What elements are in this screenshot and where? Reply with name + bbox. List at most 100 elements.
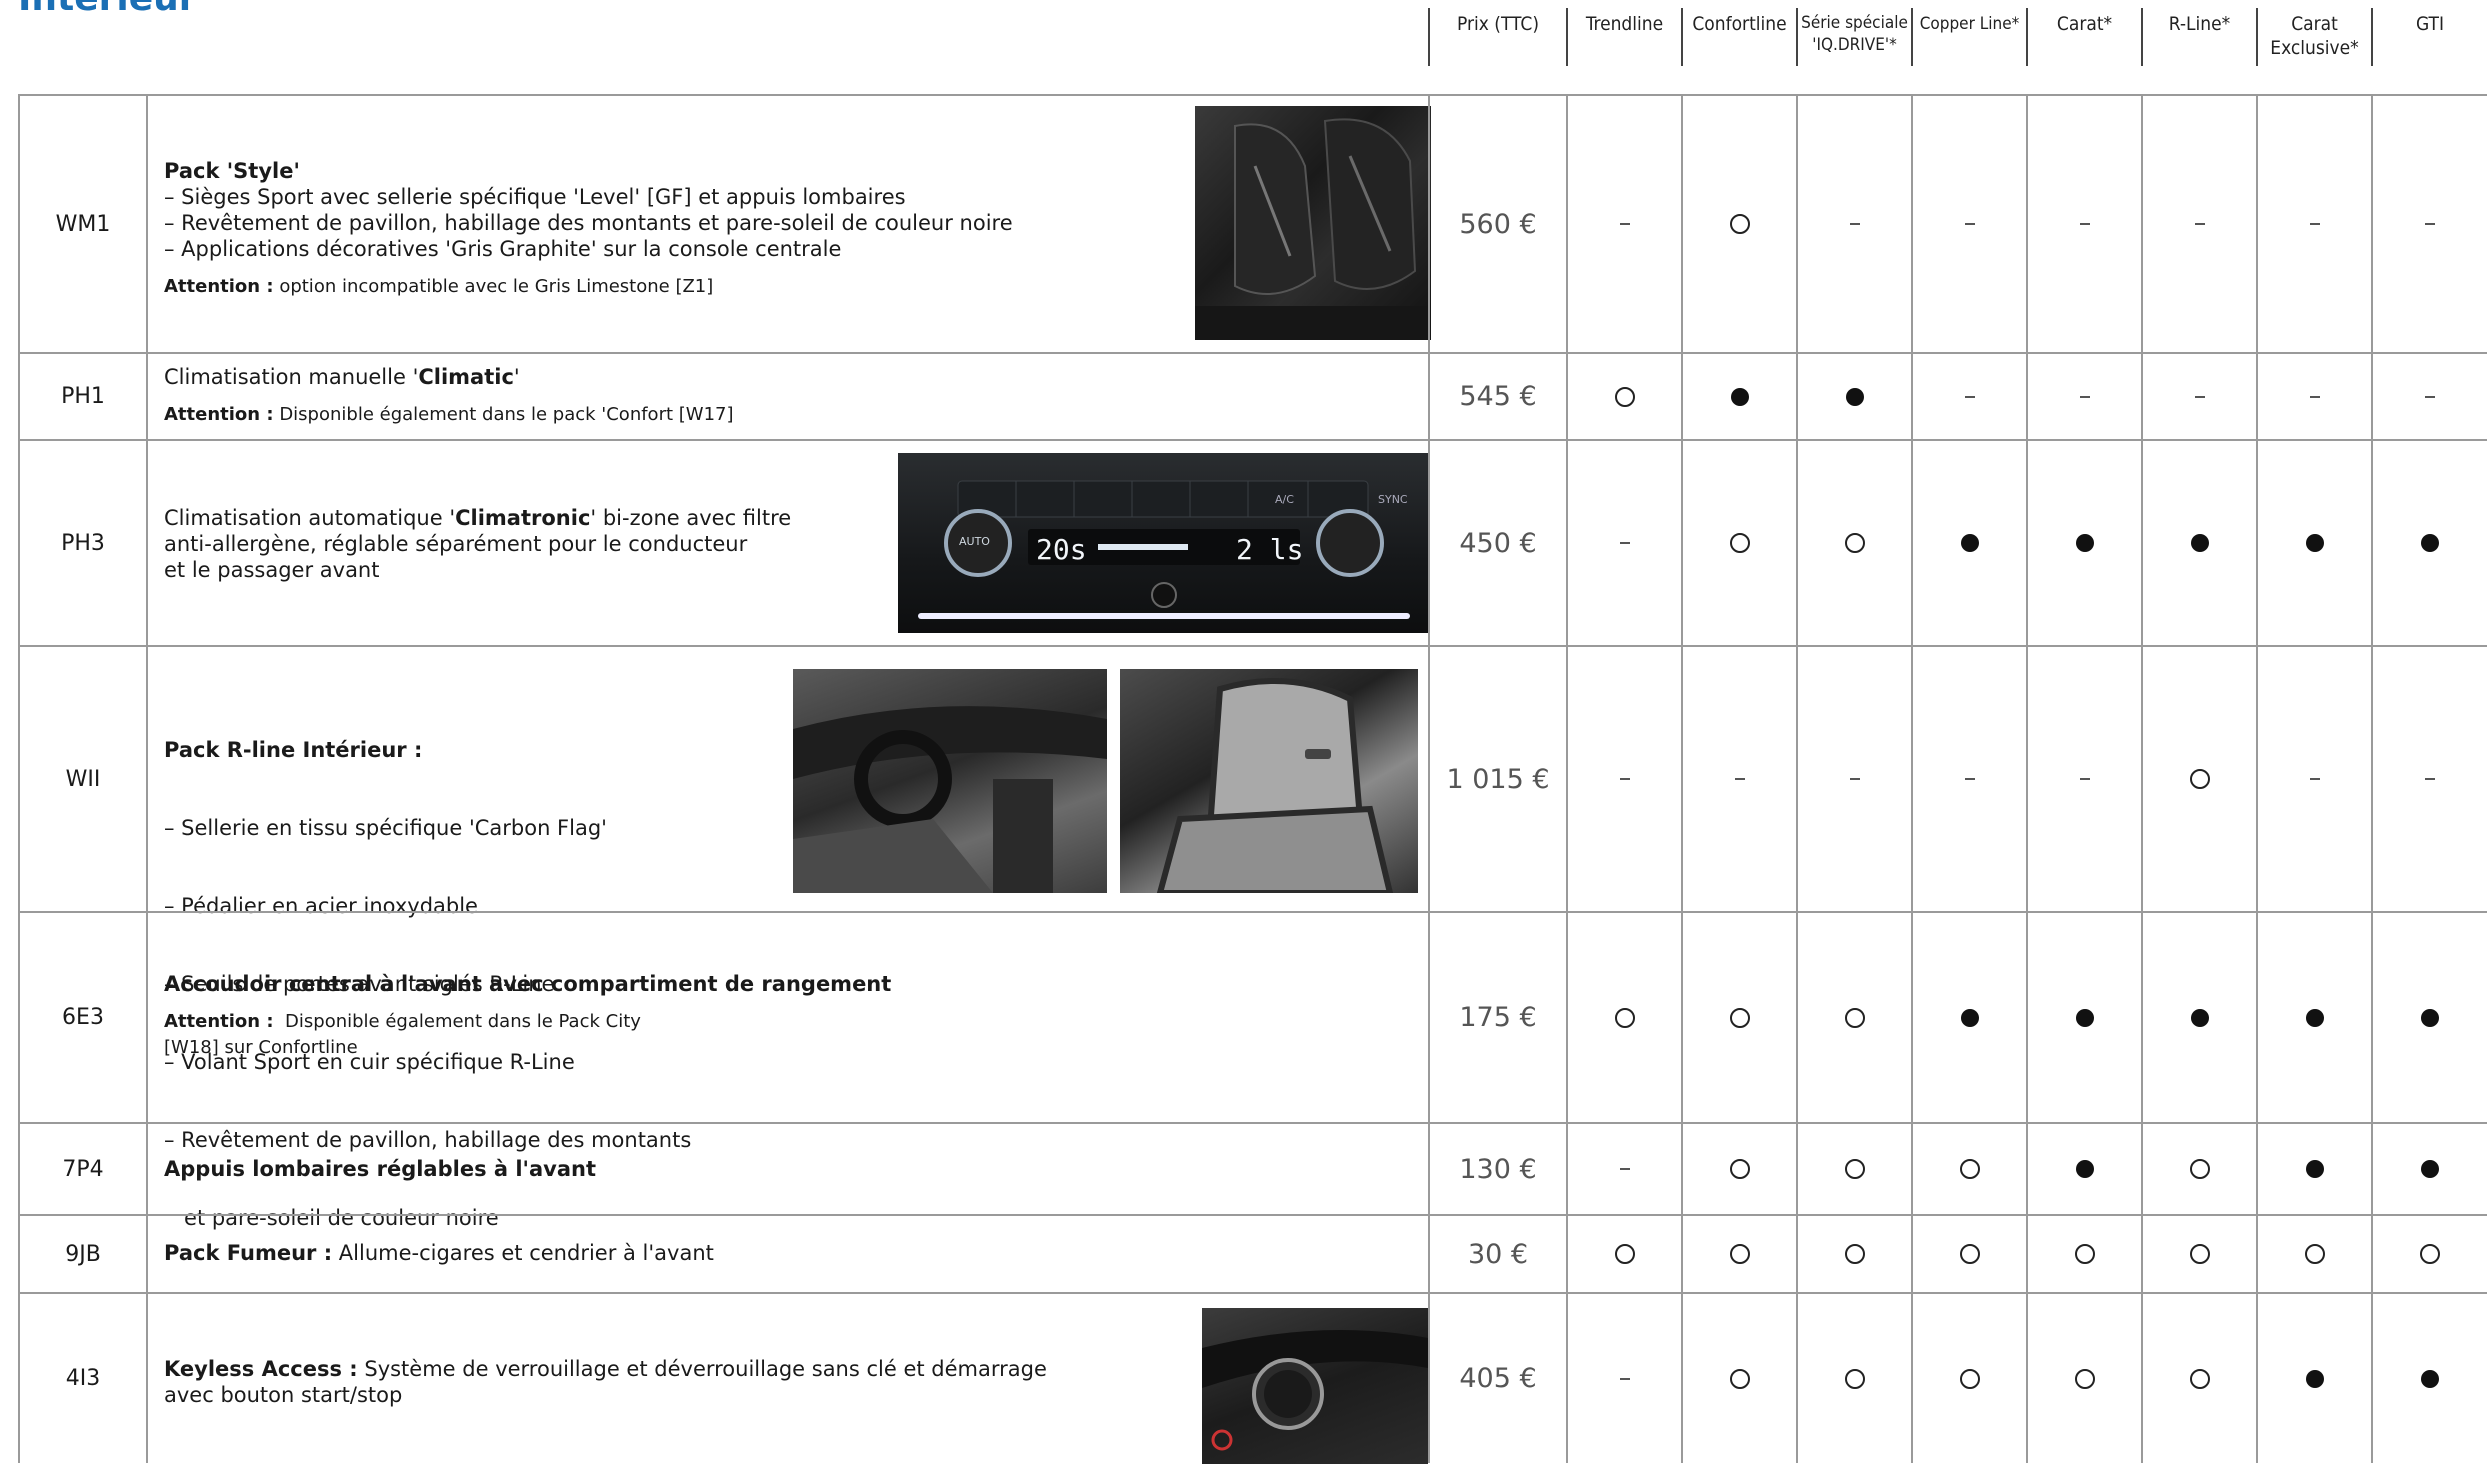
unavailable-dash-icon [2309,223,2320,225]
availability-carat-exclusive [2256,1294,2371,1463]
availability-carat [2026,441,2141,645]
standard-dot-icon [2305,534,2324,552]
standard-dot-icon [2421,1369,2439,1388]
standard-dot-icon [1730,387,1749,406]
table-row: 4I3 Keyless Access : Système de verrouil… [18,1292,2487,1464]
col-header-iq-drive: Série spéciale 'IQ.DRIVE'* [1796,8,1911,66]
availability-gti [2371,1216,2487,1292]
availability-copper-line [1911,441,2026,645]
option-title: Pack Fumeur : Allume-cigares et cendrier… [164,1241,714,1265]
option-price: 175 € [1428,913,1566,1122]
option-price: 545 € [1428,354,1566,439]
availability-copper-line [1911,1294,2026,1463]
availability-carat-exclusive [2256,1124,2371,1214]
unavailable-dash-icon [2194,395,2205,398]
unavailable-dash-icon [1964,395,1975,398]
option-price: 450 € [1428,441,1566,645]
standard-dot-icon [2190,534,2209,552]
availability-gti [2371,441,2487,645]
option-code: 6E3 [18,913,148,1122]
col-header-trendline: Trendline [1566,8,1681,66]
availability-carat-exclusive [2256,647,2371,911]
unavailable-dash-icon [2079,778,2090,780]
availability-confortline [1681,1216,1796,1292]
optional-circle-icon [1729,1244,1750,1264]
option-description: Keyless Access : Système de verrouillage… [148,1294,1428,1464]
option-line: anti-allergène, réglable séparément pour… [164,532,748,556]
availability-carat-exclusive [2256,1216,2371,1292]
availability-trendline [1566,1216,1681,1292]
table-row: 9JB Pack Fumeur : Allume-cigares et cend… [18,1214,2487,1292]
availability-gti [2371,1294,2487,1463]
optional-circle-icon [2189,1368,2210,1389]
clim-left-temp: 20s [1036,533,1087,566]
availability-trendline [1566,1294,1681,1463]
optional-circle-icon [2304,1244,2325,1264]
unavailable-dash-icon [2079,223,2090,225]
optional-circle-icon [1614,1007,1635,1028]
climatronic-panel-photo: AUTO 20s 2 ls A/C SYNC [898,453,1430,633]
availability-carat-exclusive [2256,354,2371,439]
availability-carat [2026,913,2141,1122]
option-description: Appuis lombaires réglables à l'avant [148,1124,1428,1214]
r-line-seat-photo [1120,669,1418,893]
optional-circle-icon [1729,533,1750,553]
availability-iq-drive [1796,1294,1911,1463]
optional-circle-icon [2189,1244,2210,1264]
availability-confortline [1681,1294,1796,1463]
unavailable-dash-icon [2425,395,2435,398]
availability-carat [2026,1124,2141,1214]
availability-r-line [2141,1124,2256,1214]
table-row: WM1 Pack 'Style' – Sièges Sport avec sel… [18,94,2487,352]
availability-confortline [1681,1124,1796,1214]
option-title: Appuis lombaires réglables à l'avant [164,1157,597,1181]
optional-circle-icon [1729,1007,1750,1028]
availability-copper-line [1911,1124,2026,1214]
availability-confortline [1681,354,1796,439]
start-stop-button-photo [1202,1308,1428,1464]
availability-iq-drive [1796,96,1911,352]
col-header-carat: Carat* [2026,8,2141,66]
standard-dot-icon [2075,1008,2094,1027]
option-line: avec bouton start/stop [164,1383,403,1407]
unavailable-dash-icon [1619,778,1630,780]
option-code: 7P4 [18,1124,148,1214]
option-code: 9JB [18,1216,148,1292]
optional-circle-icon [1729,214,1750,234]
optional-circle-icon [1959,1368,1980,1389]
option-line: – Sièges Sport avec sellerie spécifique … [164,185,906,209]
col-header-r-line: R-Line* [2141,8,2256,66]
attention-note: Attention : Disponible également dans le… [164,1011,641,1032]
col-header-price: Prix (TTC) [1428,8,1566,66]
unavailable-dash-icon [1849,778,1860,780]
option-price: 1 015 € [1428,647,1566,911]
availability-copper-line [1911,913,2026,1122]
unavailable-dash-icon [1619,223,1630,225]
optional-circle-icon [1844,1007,1865,1028]
unavailable-dash-icon [1734,778,1745,780]
option-description: Pack R-line Intérieur : – Sellerie en ti… [148,647,1428,1230]
availability-carat [2026,1216,2141,1292]
availability-r-line [2141,1216,2256,1292]
option-line: – Applications décoratives 'Gris Graphit… [164,237,842,261]
availability-confortline [1681,647,1796,911]
availability-carat-exclusive [2256,441,2371,645]
unavailable-dash-icon [2425,778,2435,780]
unavailable-dash-icon [2194,223,2205,225]
availability-iq-drive [1796,1124,1911,1214]
availability-gti [2371,913,2487,1122]
option-description: Pack 'Style' – Sièges Sport avec selleri… [148,96,1431,352]
option-title: Pack 'Style' [164,159,300,183]
option-line: – Sellerie en tissu spécifique 'Carbon F… [164,816,607,840]
availability-iq-drive [1796,647,1911,911]
clim-auto-label: AUTO [959,535,990,548]
optional-circle-icon [1959,1244,1980,1264]
unavailable-dash-icon [1619,542,1630,544]
option-title: Pack R-line Intérieur : [164,738,423,762]
option-code: PH1 [18,354,148,439]
availability-gti [2371,647,2487,911]
availability-r-line [2141,96,2256,352]
availability-r-line [2141,354,2256,439]
unavailable-dash-icon [2079,395,2090,398]
availability-carat-exclusive [2256,96,2371,352]
